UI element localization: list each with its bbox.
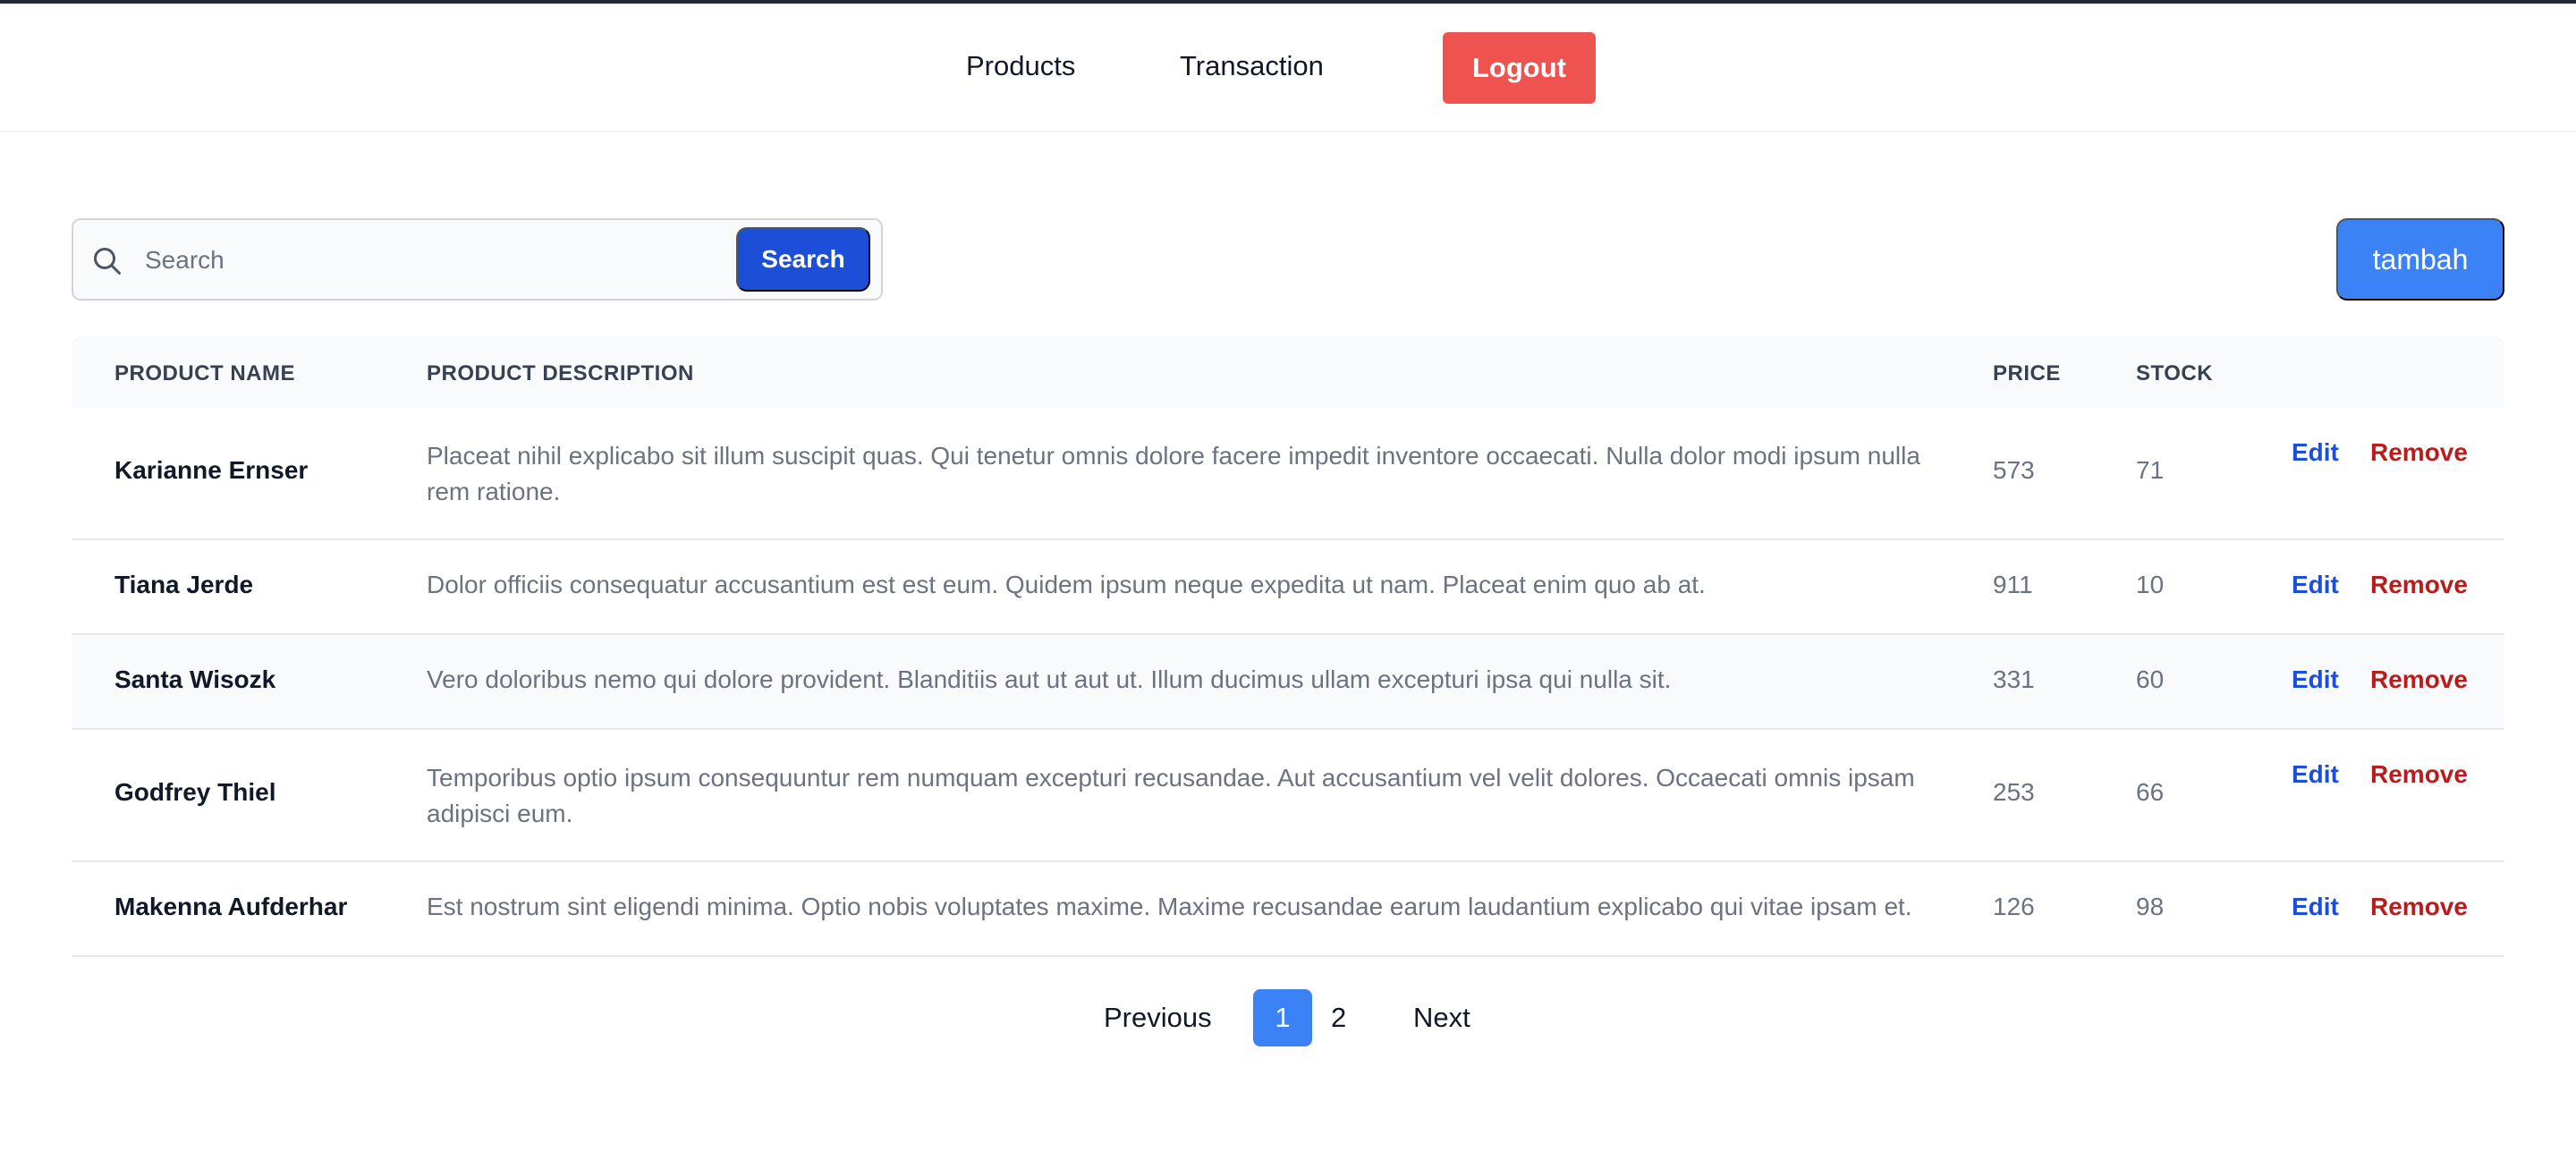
product-description: Temporibus optio ipsum consequuntur rem … — [427, 764, 1915, 827]
logout-button[interactable]: Logout — [1443, 32, 1596, 104]
product-name: Karianne Ernser — [114, 456, 309, 484]
pagination-page-1[interactable]: 1 — [1253, 989, 1312, 1046]
edit-link[interactable]: Edit — [2292, 438, 2339, 467]
search-icon — [94, 248, 121, 275]
product-description: Vero doloribus nemo qui dolore provident… — [427, 665, 1672, 693]
pagination-next[interactable]: Next — [1413, 1002, 1470, 1034]
product-price: 331 — [1993, 665, 2035, 693]
products-table: PRODUCT NAME PRODUCT DESCRIPTION PRICE S… — [72, 336, 2504, 957]
product-price: 573 — [1993, 456, 2035, 484]
header-product-description: PRODUCT DESCRIPTION — [427, 361, 694, 385]
table-header: PRODUCT NAME PRODUCT DESCRIPTION PRICE S… — [72, 336, 2504, 408]
header-stock: STOCK — [2136, 361, 2214, 385]
product-name: Godfrey Thiel — [114, 778, 276, 806]
product-price: 126 — [1993, 893, 2035, 920]
table-row: Tiana Jerde Dolor officiis consequatur a… — [72, 540, 2504, 635]
table-row: Santa Wisozk Vero doloribus nemo qui dol… — [72, 635, 2504, 730]
table-row: Godfrey Thiel Temporibus optio ipsum con… — [72, 730, 2504, 862]
remove-link[interactable]: Remove — [2370, 665, 2468, 694]
product-description: Est nostrum sint eligendi minima. Optio … — [427, 893, 1912, 920]
remove-link[interactable]: Remove — [2370, 893, 2468, 921]
search-input[interactable] — [145, 236, 789, 284]
search-button[interactable]: Search — [736, 227, 870, 292]
product-name: Tiana Jerde — [114, 571, 254, 598]
pagination-previous[interactable]: Previous — [1104, 1002, 1212, 1034]
nav-transaction-link[interactable]: Transaction — [1180, 50, 1324, 82]
pagination: Previous 1 2 Next — [0, 989, 2576, 1046]
edit-link[interactable]: Edit — [2292, 665, 2339, 694]
product-name: Makenna Aufderhar — [114, 893, 348, 920]
edit-link[interactable]: Edit — [2292, 893, 2339, 921]
add-product-button[interactable]: tambah — [2336, 218, 2504, 301]
nav-products-link[interactable]: Products — [966, 50, 1075, 82]
product-stock: 60 — [2136, 665, 2165, 693]
search-bar: Search — [72, 218, 883, 301]
navbar: Products Transaction Logout — [0, 4, 2576, 132]
table-row: Karianne Ernser Placeat nihil explicabo … — [72, 408, 2504, 540]
product-stock: 10 — [2136, 571, 2165, 598]
pagination-page-2[interactable]: 2 — [1331, 1002, 1346, 1034]
edit-link[interactable]: Edit — [2292, 760, 2339, 789]
header-product-name: PRODUCT NAME — [114, 361, 295, 385]
product-price: 253 — [1993, 778, 2035, 806]
remove-link[interactable]: Remove — [2370, 571, 2468, 599]
product-price: 911 — [1993, 571, 2033, 598]
product-stock: 98 — [2136, 893, 2165, 920]
product-description: Placeat nihil explicabo sit illum suscip… — [427, 442, 1920, 505]
product-description: Dolor officiis consequatur accusantium e… — [427, 571, 1706, 598]
remove-link[interactable]: Remove — [2370, 760, 2468, 789]
product-stock: 66 — [2136, 778, 2165, 806]
table-row: Makenna Aufderhar Est nostrum sint elige… — [72, 862, 2504, 957]
edit-link[interactable]: Edit — [2292, 571, 2339, 599]
header-price: PRICE — [1993, 361, 2061, 385]
remove-link[interactable]: Remove — [2370, 438, 2468, 467]
product-stock: 71 — [2136, 456, 2165, 484]
product-name: Santa Wisozk — [114, 665, 276, 693]
